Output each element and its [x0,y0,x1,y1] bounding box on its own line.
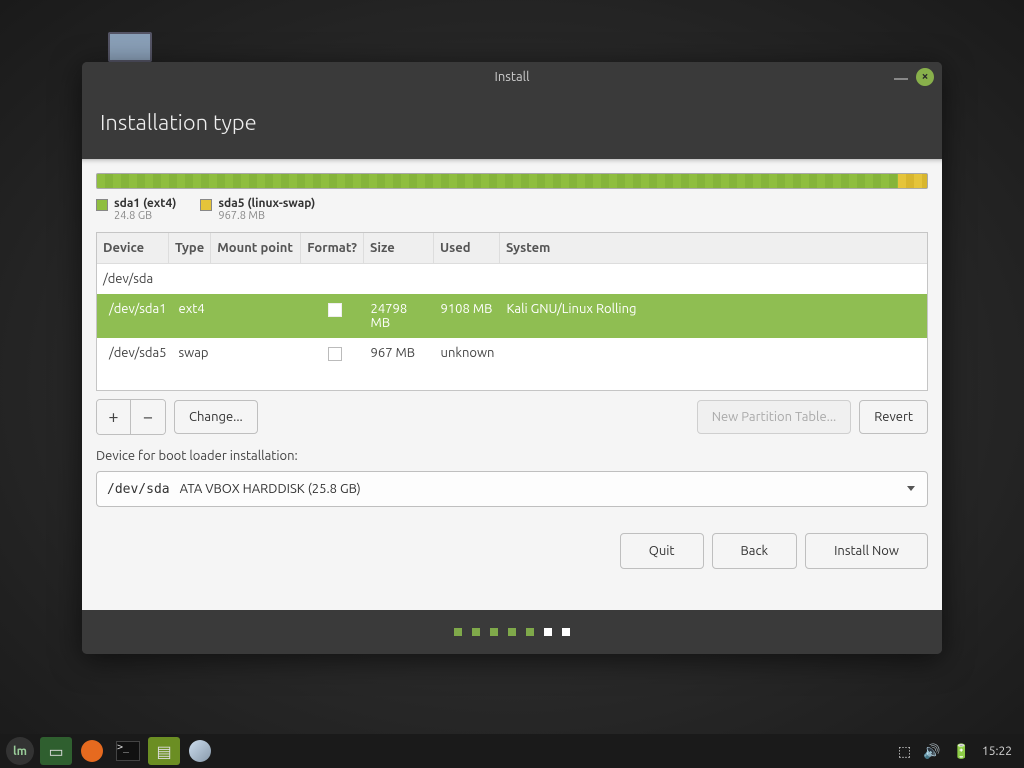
wizard-progress-dots [82,610,942,654]
cell-device: /dev/sda [97,268,169,290]
bootloader-device-select[interactable]: /dev/sda ATA VBOX HARDDISK (25.8 GB) [96,471,928,507]
format-checkbox[interactable] [328,347,342,361]
add-partition-button[interactable]: + [97,400,131,434]
partition-table-header: Device Type Mount point Format? Size Use… [97,233,927,264]
header-type[interactable]: Type [169,233,211,263]
cell-system [501,342,927,365]
taskbar-show-desktop[interactable]: ▭ [40,737,72,765]
cell-used [431,268,497,290]
cell-format [301,268,361,290]
legend-item-sda1: sda1 (ext4) 24.8 GB [96,197,176,222]
cell-type: swap [173,342,215,365]
minimize-button[interactable] [894,78,908,80]
window-title: Install [495,70,530,84]
cell-system [497,268,927,290]
header-size[interactable]: Size [364,233,434,263]
partition-bar-sda5 [898,174,927,188]
header-used[interactable]: Used [434,233,500,263]
partition-legend: sda1 (ext4) 24.8 GB sda5 (linux-swap) 96… [96,197,928,222]
wizard-nav: Quit Back Install Now [96,533,928,569]
bootloader-label: Device for boot loader installation: [96,449,928,463]
close-button[interactable]: × [916,68,934,86]
cell-type: ext4 [173,298,215,334]
remove-partition-button[interactable]: − [131,400,165,434]
cell-system: Kali GNU/Linux Rolling [501,298,927,334]
taskbar-files[interactable]: ▤ [148,737,180,765]
legend-item-sda5: sda5 (linux-swap) 967.8 MB [200,197,315,222]
header-format[interactable]: Format? [301,233,364,263]
legend-swatch-ext4 [96,199,108,211]
header-device[interactable]: Device [97,233,169,263]
change-partition-button[interactable]: Change... [174,400,258,434]
partition-table: Device Type Mount point Format? Size Use… [96,232,928,391]
progress-dot [562,628,570,636]
cell-size: 967 MB [365,342,435,365]
header-system[interactable]: System [500,233,927,263]
progress-dot [472,628,480,636]
cell-mount [211,268,301,290]
legend-swatch-swap [200,199,212,211]
table-row[interactable]: /dev/sda5swap 967 MBunknown [97,338,927,369]
taskbar-terminal[interactable]: >_ [112,737,144,765]
cell-device: /dev/sda1 [97,298,173,334]
header-mount[interactable]: Mount point [211,233,301,263]
progress-dot [508,628,516,636]
back-button[interactable]: Back [712,533,798,569]
volume-icon[interactable]: 🔊 [923,743,940,760]
progress-dot [454,628,462,636]
installer-window: Install × Installation type sda1 (ext4) … [82,62,942,654]
taskbar-clock[interactable]: 15:22 [982,745,1012,758]
taskbar-installer[interactable] [184,737,216,765]
cell-used: 9108 MB [435,298,501,334]
cell-mount [215,342,305,365]
cell-mount [215,298,305,334]
progress-dot [544,628,552,636]
partition-bar-sda1 [97,174,898,188]
chevron-down-icon [907,486,915,491]
cell-format [305,298,365,334]
partition-usage-bar[interactable] [96,173,928,189]
cell-format [305,342,365,365]
revert-button[interactable]: Revert [859,400,928,434]
progress-dot [526,628,534,636]
start-menu-button[interactable]: lm [4,737,36,765]
cell-size: 24798 MB [365,298,435,334]
taskbar[interactable]: lm ▭ >_ ▤ ⬚ 🔊 🔋 15:22 [0,734,1024,768]
new-partition-table-button: New Partition Table... [697,400,852,434]
cell-used: unknown [435,342,501,365]
battery-icon[interactable]: 🔋 [953,743,970,760]
page-heading: Installation type [82,92,942,159]
progress-dot [490,628,498,636]
cell-device: /dev/sda5 [97,342,173,365]
cell-type [169,268,211,290]
partition-toolbar: + − Change... New Partition Table... Rev… [96,399,928,435]
table-row[interactable]: /dev/sda1ext4 24798 MB9108 MBKali GNU/Lin… [97,294,927,338]
table-row[interactable]: /dev/sda [97,264,927,294]
format-checkbox[interactable] [328,303,342,317]
network-icon[interactable]: ⬚ [898,743,911,760]
quit-button[interactable]: Quit [620,533,704,569]
cell-size [361,268,431,290]
install-now-button[interactable]: Install Now [805,533,928,569]
titlebar[interactable]: Install × [82,62,942,92]
taskbar-firefox[interactable] [76,737,108,765]
